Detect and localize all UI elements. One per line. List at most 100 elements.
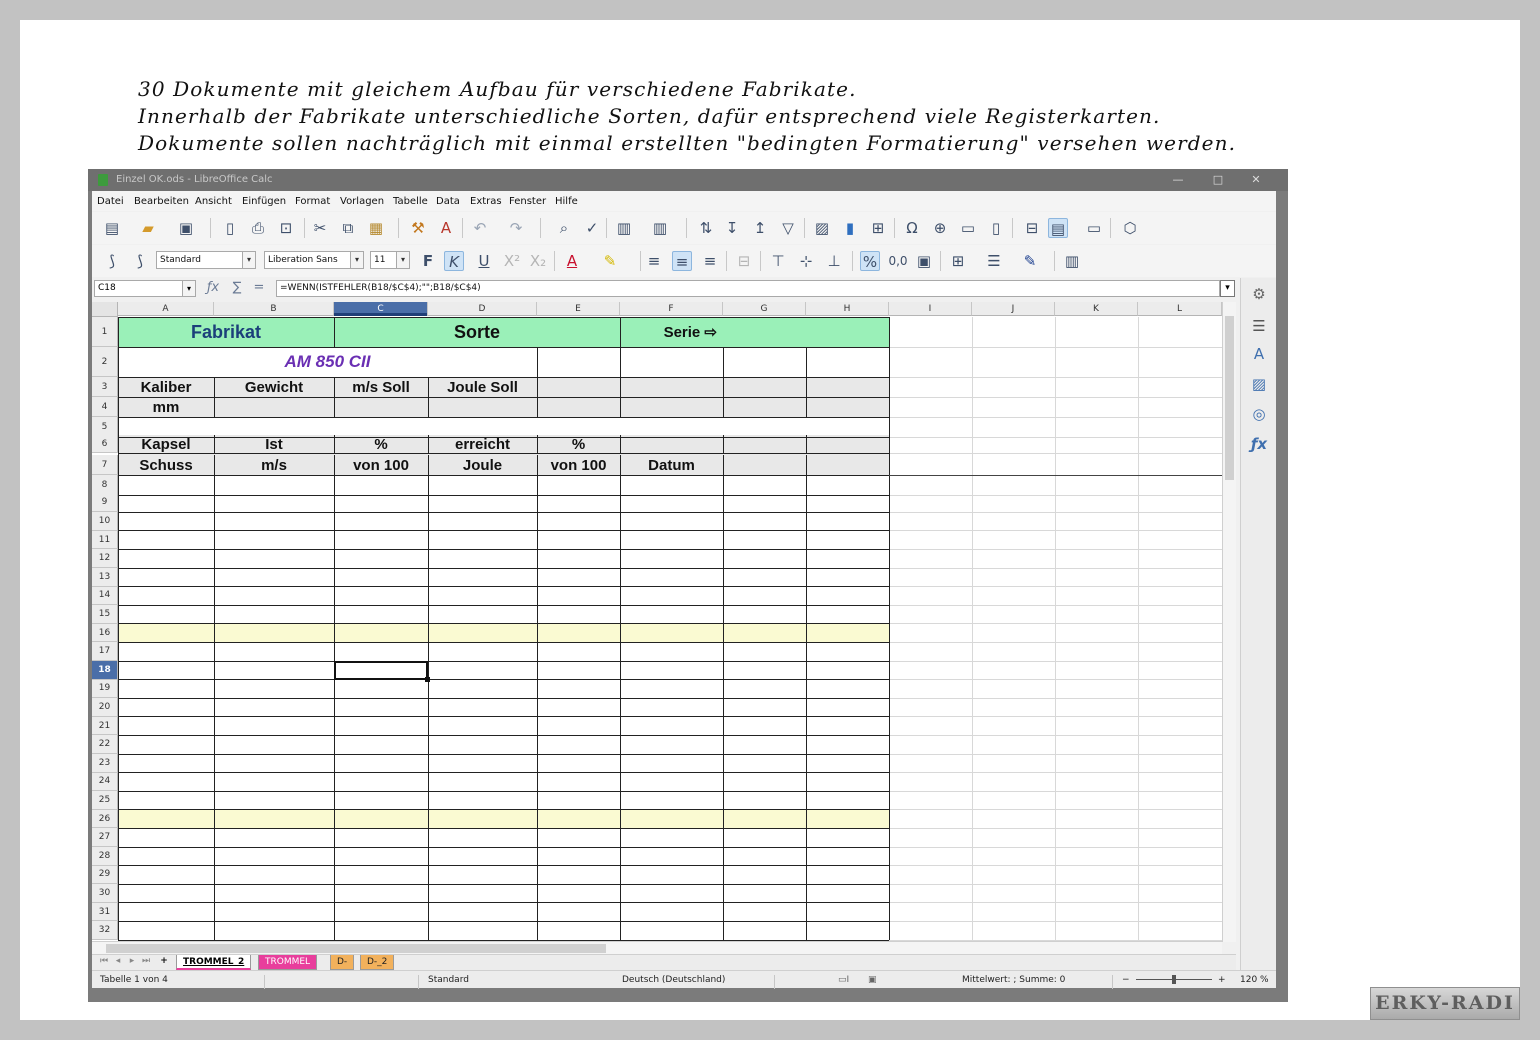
minimize-button[interactable]: — <box>1168 169 1188 191</box>
sort-icon[interactable]: ⇅ <box>696 218 716 238</box>
font-name-select[interactable]: Liberation Sans ▾ <box>264 251 364 269</box>
menu-hilfe[interactable]: Hilfe <box>555 196 578 207</box>
open-folder-icon[interactable]: ▰ <box>138 218 158 238</box>
column-header-f[interactable]: F <box>620 302 723 316</box>
find-replace-icon[interactable]: ⌕ <box>554 218 574 238</box>
column-header-a[interactable]: A <box>118 302 214 316</box>
menu-data[interactable]: Data <box>436 196 460 207</box>
percent-format-icon[interactable]: % <box>860 251 880 271</box>
align-center-icon[interactable]: ≡ <box>672 251 692 271</box>
hyperlink-icon[interactable]: ⊕ <box>930 218 950 238</box>
freeze-rows-icon[interactable]: ▤ <box>1048 218 1068 238</box>
formula-icon[interactable]: = <box>250 280 268 296</box>
align-left-icon[interactable]: ≡ <box>644 251 664 271</box>
column-icon[interactable]: ▥ <box>650 218 670 238</box>
font-size-select[interactable]: 11 ▾ <box>370 251 410 269</box>
row-header-22[interactable]: 22 <box>92 735 118 754</box>
row-header-24[interactable]: 24 <box>92 772 118 792</box>
menu-fenster[interactable]: Fenster <box>509 196 546 207</box>
zoom-in-icon[interactable]: + <box>1218 975 1226 985</box>
border-style-icon[interactable]: ☰ <box>984 251 1004 271</box>
navigator-icon[interactable]: ◎ <box>1249 404 1269 424</box>
sum-icon[interactable]: ∑ <box>228 280 246 296</box>
align-bottom-icon[interactable]: ⊥ <box>824 251 844 271</box>
print-preview-icon[interactable]: ⊡ <box>276 218 296 238</box>
font-color-icon[interactable]: A <box>562 251 582 271</box>
column-header-l[interactable]: L <box>1138 302 1222 316</box>
styles-icon[interactable]: A <box>1249 344 1269 364</box>
subscript-icon[interactable]: X₂ <box>528 251 548 271</box>
row-header-32[interactable]: 32 <box>92 921 118 940</box>
number-format-icon[interactable]: 0,0 <box>888 251 908 271</box>
add-sheet-icon[interactable]: + <box>158 956 170 966</box>
row-header-21[interactable]: 21 <box>92 716 118 736</box>
row-header-15[interactable]: 15 <box>92 605 118 624</box>
menu-einfuegen[interactable]: Einfügen <box>242 196 286 207</box>
highlight-color-icon[interactable]: ✎ <box>600 251 620 271</box>
align-top-icon[interactable]: ⊤ <box>768 251 788 271</box>
chevron-down-icon[interactable]: ▾ <box>242 252 255 268</box>
menu-extras[interactable]: Extras <box>470 196 502 207</box>
row-header-11[interactable]: 11 <box>92 530 118 550</box>
menu-bearbeiten[interactable]: Bearbeiten <box>134 196 189 207</box>
chevron-down-icon[interactable]: ▾ <box>396 252 409 268</box>
column-header-d[interactable]: D <box>428 302 537 316</box>
show-draw-functions-icon[interactable]: ⬡ <box>1120 218 1140 238</box>
sheet-tab-4[interactable]: D-_2 <box>360 955 395 970</box>
cut-icon[interactable]: ✂ <box>310 218 330 238</box>
row-header-17[interactable]: 17 <box>92 642 118 661</box>
superscript-icon[interactable]: X² <box>502 251 522 271</box>
vertical-scrollbar[interactable] <box>1222 302 1236 942</box>
align-right-icon[interactable]: ≡ <box>700 251 720 271</box>
conditional-format-icon[interactable]: ▥ <box>1062 251 1082 271</box>
horizontal-scrollbar[interactable] <box>92 941 1222 954</box>
merge-cells-icon[interactable]: ⊟ <box>734 251 754 271</box>
comment-icon[interactable]: ▭ <box>958 218 978 238</box>
row-header-13[interactable]: 13 <box>92 568 118 587</box>
corner-select-all[interactable] <box>92 302 118 317</box>
special-character-icon[interactable]: Ω <box>902 218 922 238</box>
row-header-26[interactable]: 26 <box>92 809 118 829</box>
document-modified-icon[interactable]: ▣ <box>868 975 877 985</box>
row-header-30[interactable]: 30 <box>92 884 118 903</box>
autofilter-icon[interactable]: ▽ <box>778 218 798 238</box>
row-header-12[interactable]: 12 <box>92 549 118 568</box>
style-icon[interactable]: ⟆ <box>102 251 122 271</box>
next-sheet-icon[interactable]: ▸ <box>126 956 138 966</box>
date-format-icon[interactable]: ▣ <box>914 251 934 271</box>
name-box[interactable]: C18 ▾ <box>94 280 196 297</box>
header-footer-icon[interactable]: ▯ <box>986 218 1006 238</box>
function-wizard-icon[interactable]: ƒx <box>204 280 222 296</box>
menu-format[interactable]: Format <box>295 196 330 207</box>
sheet-tab-1[interactable]: TROMMEL_2 <box>176 955 252 970</box>
clone-formatting-icon[interactable]: ⚒ <box>408 218 428 238</box>
export-pdf-icon[interactable]: ▯ <box>220 218 240 238</box>
zoom-level[interactable]: 120 % <box>1240 975 1269 985</box>
align-middle-icon[interactable]: ⊹ <box>796 251 816 271</box>
copy-icon[interactable]: ⧉ <box>338 218 358 238</box>
column-header-b[interactable]: B <box>214 302 334 316</box>
define-print-area-icon[interactable]: ⊟ <box>1022 218 1042 238</box>
chevron-down-icon[interactable]: ▾ <box>350 252 363 268</box>
pivot-table-icon[interactable]: ⊞ <box>868 218 888 238</box>
row-header-27[interactable]: 27 <box>92 828 118 847</box>
settings-icon[interactable]: ⚙ <box>1249 284 1269 304</box>
row-header-6[interactable]: 6 <box>92 435 118 453</box>
row-header-4[interactable]: 4 <box>92 397 118 417</box>
column-header-k[interactable]: K <box>1055 302 1138 316</box>
row-header-5[interactable]: 5 <box>92 417 118 437</box>
insert-chart-icon[interactable]: ▮ <box>840 218 860 238</box>
row-header-14[interactable]: 14 <box>92 586 118 606</box>
insert-image-icon[interactable]: ▨ <box>812 218 832 238</box>
row-header-3[interactable]: 3 <box>92 377 118 397</box>
row-header-23[interactable]: 23 <box>92 754 118 773</box>
column-header-c[interactable]: C <box>334 302 428 316</box>
column-header-g[interactable]: G <box>723 302 806 316</box>
update-style-icon[interactable]: ⟆ <box>130 251 150 271</box>
clear-formatting-icon[interactable]: A <box>436 218 456 238</box>
selection-mode-icon[interactable]: ▭I <box>838 975 849 985</box>
prev-sheet-icon[interactable]: ◂ <box>112 956 124 966</box>
italic-icon[interactable]: K <box>444 251 464 271</box>
menu-tabelle[interactable]: Tabelle <box>393 196 428 207</box>
selected-cell-c18[interactable] <box>334 661 428 680</box>
